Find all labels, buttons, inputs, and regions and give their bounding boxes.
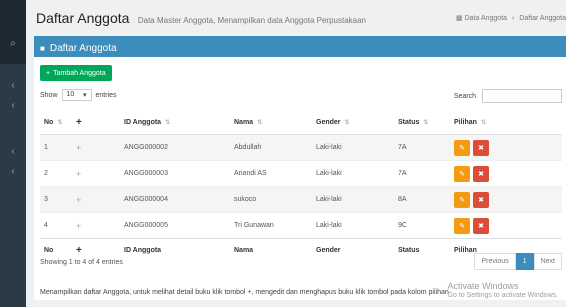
watermark-subtitle: Go to Settings to activate Windows. (447, 292, 559, 299)
cell-no: 4 (40, 212, 72, 239)
sidebar-top: ⌕ (0, 0, 26, 64)
table-row: 1 + ANGG000002 Abdullah Laki-laki 7A ✎ ✖ (40, 134, 562, 161)
dashboard-icon: ▦ (456, 15, 463, 22)
pagination-info: Showing 1 to 4 of 4 entries (40, 259, 123, 266)
pagination: Previous 1 Next (474, 253, 562, 270)
col-status[interactable]: Status ⇅ (394, 111, 450, 135)
breadcrumb-separator: › (512, 15, 515, 22)
cell-gender: Laki-laki (312, 212, 394, 239)
footer-col-nama: Nama (230, 238, 312, 262)
chevron-left-icon[interactable]: ‹ (6, 100, 20, 111)
cell-gender: Laki-laki (312, 186, 394, 213)
cell-status: 7A (394, 160, 450, 187)
breadcrumb: ▦ Data Anggota › Daftar Anggota (456, 14, 566, 22)
cell-actions: ✎ ✖ (450, 134, 562, 161)
main-content: Daftar Anggota Data Master Anggota, Mena… (26, 0, 566, 307)
table-row: 4 + ANGG000005 Tri Gunawan Laki-laki 9C … (40, 212, 562, 239)
table-row: 2 + ANGG000003 Ariandi AS Laki-laki 7A ✎… (40, 160, 562, 187)
box-header: ■ Daftar Anggota (34, 39, 566, 57)
edit-icon[interactable]: ✎ (454, 165, 470, 182)
cell-id: ANGG000005 (120, 212, 230, 239)
previous-button[interactable]: Previous (474, 253, 516, 270)
chevron-down-icon: ▾ (83, 92, 87, 99)
cell-nama: sukoco (230, 186, 312, 213)
delete-icon[interactable]: ✖ (473, 191, 489, 208)
col-gender[interactable]: Gender ⇅ (312, 111, 394, 135)
edit-icon[interactable]: ✎ (454, 217, 470, 234)
search-input[interactable] (482, 89, 562, 103)
col-id-anggota[interactable]: ID Anggota ⇅ (120, 111, 230, 135)
delete-icon[interactable]: ✖ (473, 139, 489, 156)
sort-icon: ⇅ (423, 120, 429, 126)
chevron-left-icon[interactable]: ‹ (6, 80, 20, 91)
sort-icon: ⇅ (57, 120, 63, 126)
cell-actions: ✎ ✖ (450, 212, 562, 239)
cell-gender: Laki-laki (312, 160, 394, 187)
expand-row-icon[interactable]: + (72, 134, 120, 161)
entries-control: Show 10 ▾ entries (40, 89, 117, 101)
entries-select[interactable]: 10 ▾ (61, 89, 92, 101)
cell-nama: Tri Gunawan (230, 212, 312, 239)
cell-no: 2 (40, 160, 72, 187)
page-button[interactable]: 1 (515, 253, 534, 270)
add-member-label: Tambah Anggota (53, 69, 106, 77)
page-subtitle: Data Master Anggota, Menampilkan data An… (137, 16, 367, 25)
cell-nama: Ariandi AS (230, 160, 312, 187)
cell-status: 7A (394, 134, 450, 161)
cell-nama: Abdullah (230, 134, 312, 161)
plus-icon: + (46, 69, 51, 77)
sort-icon: ⇅ (344, 120, 350, 126)
entries-label: entries (95, 91, 117, 99)
search-label: Search (453, 92, 476, 100)
edit-icon[interactable]: ✎ (454, 191, 470, 208)
footer-col-gender: Gender (312, 238, 394, 262)
col-pilihan[interactable]: Pilihan ⇅ (450, 111, 562, 135)
next-button[interactable]: Next (533, 253, 562, 270)
page-title: Daftar Anggota (36, 10, 130, 26)
footer-col-id-anggota: ID Anggota (120, 238, 230, 262)
page-header: Daftar Anggota Data Master Anggota, Mena… (36, 10, 566, 30)
expand-row-icon[interactable]: + (72, 160, 120, 187)
add-member-button[interactable]: + Tambah Anggota (40, 65, 112, 81)
chevron-left-icon[interactable]: ‹ (6, 146, 20, 157)
sort-icon: ⇅ (165, 120, 171, 126)
cell-status: 9C (394, 212, 450, 239)
search-control: Search (454, 89, 562, 103)
windows-activation-watermark: Activate Windows Go to Settings to activ… (448, 281, 559, 301)
member-table: No ⇅ + ID Anggota ⇅ Nama ⇅ Gender ⇅ Status ⇅ … (40, 111, 562, 262)
table-row: 3 + ANGG000004 sukoco Laki-laki 8A ✎ ✖ (40, 186, 562, 213)
col-no[interactable]: No ⇅ (40, 111, 72, 135)
entries-value: 10 (66, 91, 75, 98)
cell-gender: Laki-laki (312, 134, 394, 161)
cell-status: 8A (394, 186, 450, 213)
watermark-title: Activate Windows (447, 281, 519, 291)
user-icon: ■ (40, 43, 45, 53)
col-nama[interactable]: Nama ⇅ (230, 111, 312, 135)
table-header-row: No ⇅ + ID Anggota ⇅ Nama ⇅ Gender ⇅ Status ⇅ … (40, 111, 562, 135)
cell-id: ANGG000003 (120, 160, 230, 187)
col-expand: + (72, 111, 120, 135)
chevron-left-icon[interactable]: ‹ (6, 166, 20, 177)
expand-row-icon[interactable]: + (72, 186, 120, 213)
show-label: Show (40, 91, 58, 99)
cell-actions: ✎ ✖ (450, 160, 562, 187)
breadcrumb-item: Daftar Anggota (519, 15, 566, 22)
box-title: Daftar Anggota (49, 42, 117, 54)
delete-icon[interactable]: ✖ (473, 165, 489, 182)
breadcrumb-item[interactable]: Data Anggota (465, 15, 507, 22)
search-icon[interactable]: ⌕ (6, 38, 20, 49)
member-list-box: ■ Daftar Anggota + Tambah Anggota Show 1… (34, 36, 566, 300)
cell-no: 3 (40, 186, 72, 213)
sort-icon: ⇅ (480, 120, 486, 126)
edit-icon[interactable]: ✎ (454, 139, 470, 156)
left-sidebar: ⌕ ‹ ‹ ‹ ‹ (0, 0, 26, 307)
expand-row-icon[interactable]: + (72, 212, 120, 239)
cell-actions: ✎ ✖ (450, 186, 562, 213)
cell-id: ANGG000004 (120, 186, 230, 213)
delete-icon[interactable]: ✖ (473, 217, 489, 234)
sort-icon: ⇅ (257, 120, 263, 126)
footer-col-status: Status (394, 238, 450, 262)
cell-no: 1 (40, 134, 72, 161)
cell-id: ANGG000002 (120, 134, 230, 161)
